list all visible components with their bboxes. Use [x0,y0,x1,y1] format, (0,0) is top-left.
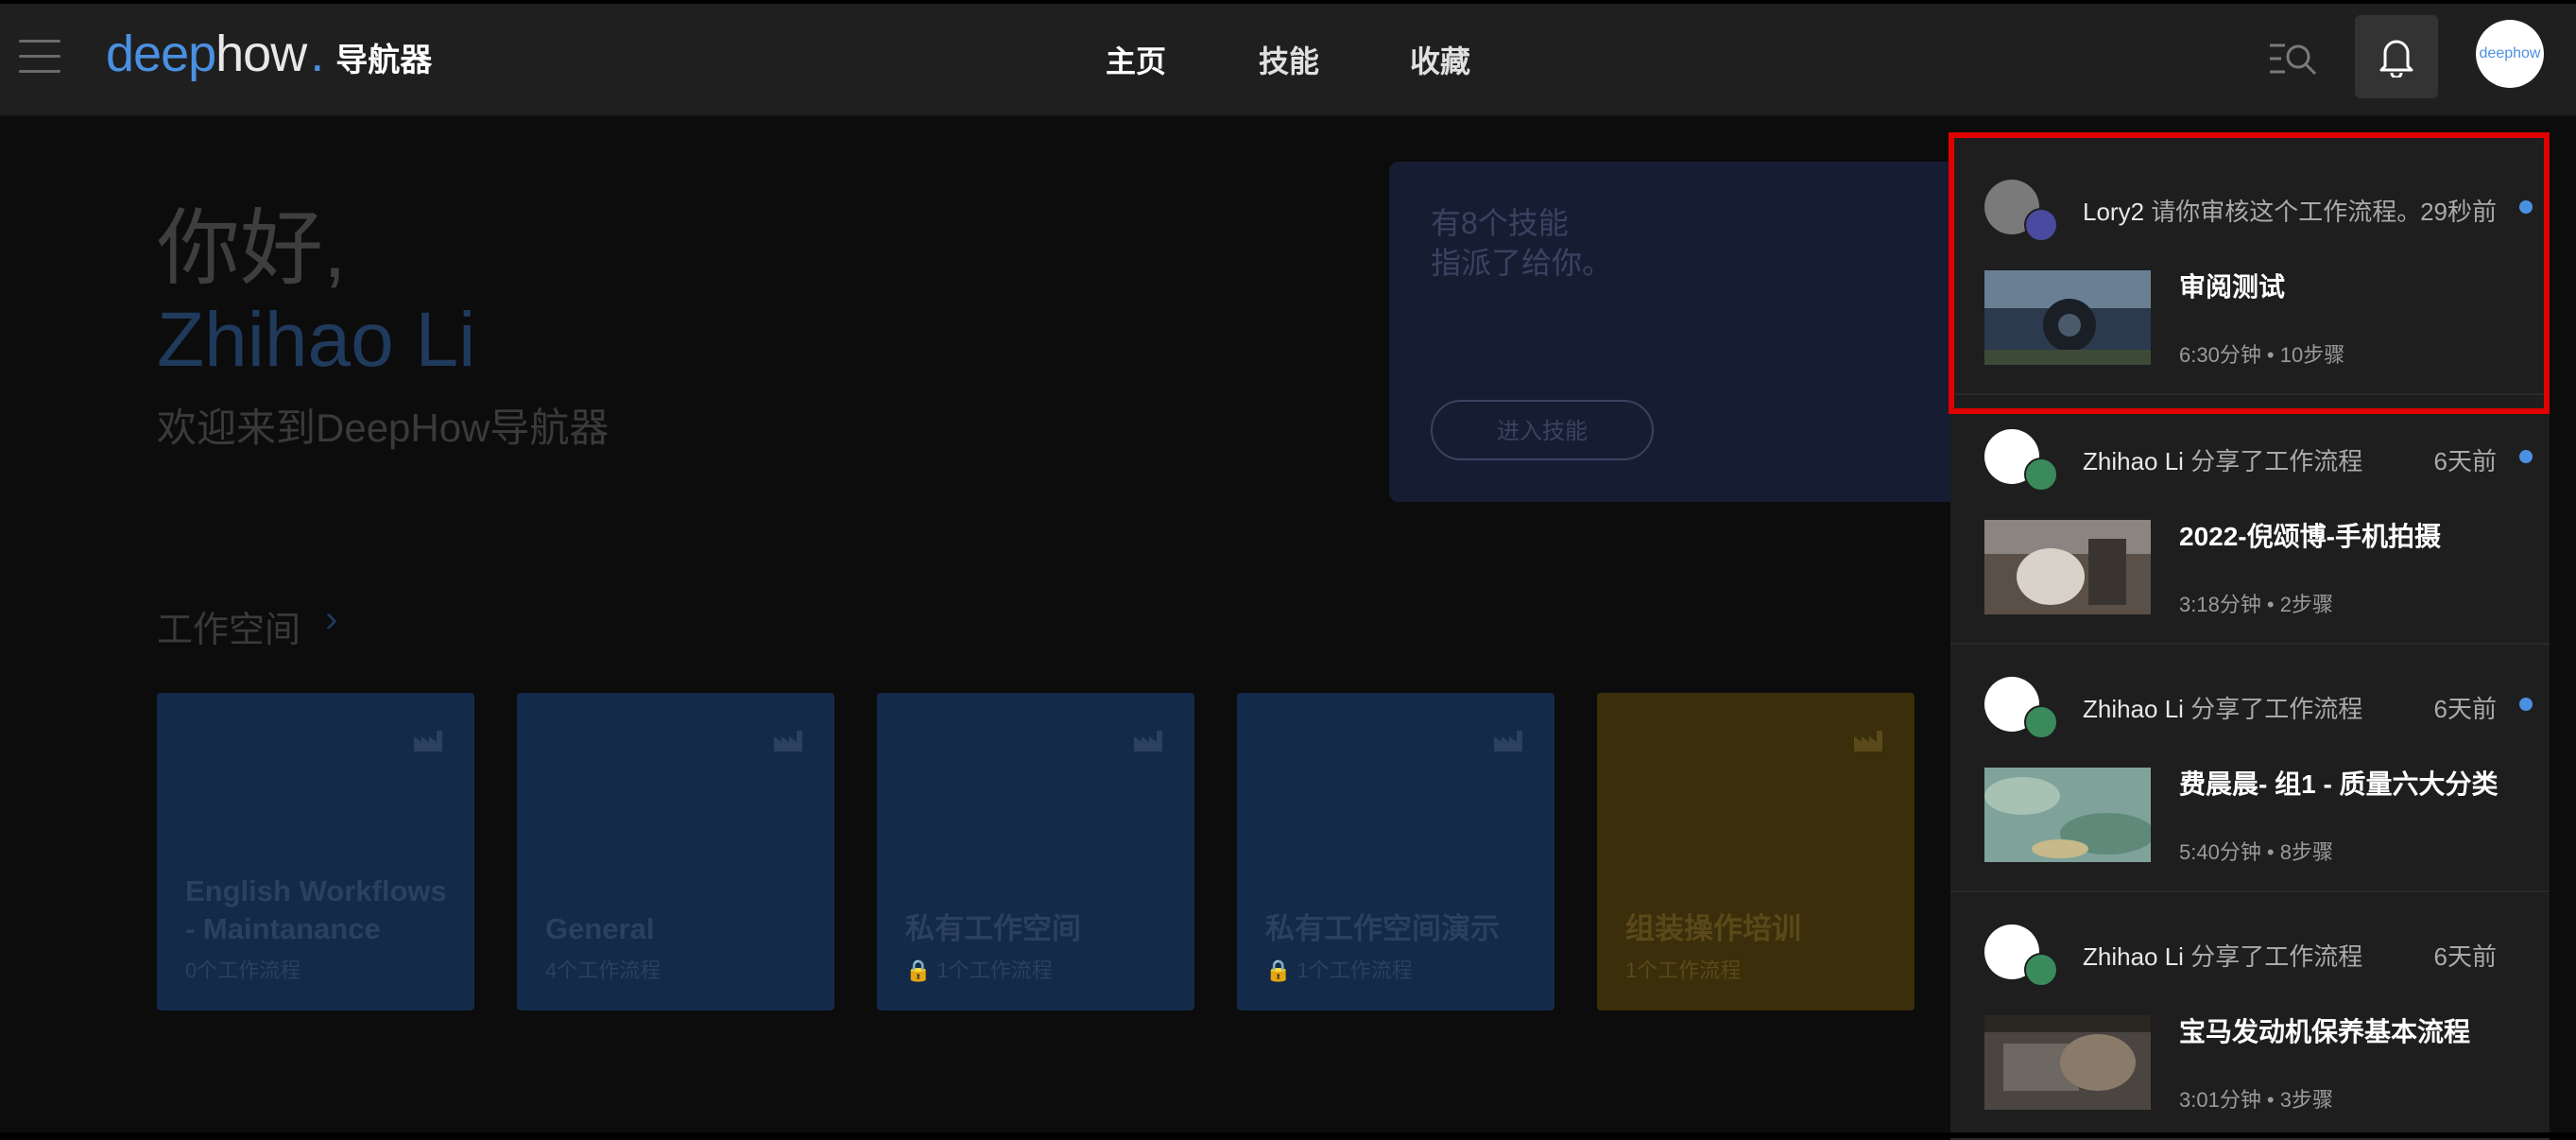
share-badge-icon [2024,705,2058,739]
workflow-thumbnail [1984,270,2151,365]
workspace-title-l2: - Maintanance [185,912,381,945]
workspace-count: 1个工作流程 [1297,959,1413,982]
workspace-title: 组装操作培训 [1625,912,1801,945]
workspace-title-l1: English Workflows [185,874,447,907]
unread-dot [2519,698,2533,711]
lock-icon: 🔒 [905,959,937,982]
unread-dot [2519,450,2533,463]
workspace-count-row: 🔒 1个工作流程 [905,954,1053,984]
top-nav-bar: deep how. 导航器 主页 技能 收藏 deephow [0,4,2576,116]
notification-action: 分享了工作流程 [2190,695,2363,723]
notification-action: 分享了工作流程 [2190,447,2363,475]
factory-icon [1494,731,1522,751]
notification-title: 审阅测试 [2179,272,2286,302]
factory-icon [774,731,802,751]
workflow-thumbnail [1984,768,2151,862]
workspace-count-row: 🔒 1个工作流程 [1265,954,1413,984]
share-badge-icon [2024,953,2058,987]
logo-how: how [215,26,307,82]
notification-meta: 5:40分钟 • 8步骤 [2179,840,2333,864]
notification-meta: 6:30分钟 • 10步骤 [2179,343,2345,367]
workspace-title: 私有工作空间 [905,912,1081,945]
workspace-card[interactable]: General 4个工作流程 [517,693,834,1010]
notification-header: Zhihao Li 分享了工作流程 [2083,690,2362,725]
search-icon[interactable] [2268,40,2319,81]
assign-line2: 指派了给你。 [1431,246,1613,280]
notification-item[interactable]: Zhihao Li 分享了工作流程 6天前 宝马发动机保养基本流程 3:01分钟… [1950,890,2550,1140]
assign-line1: 有8个技能 [1431,206,1569,240]
share-badge-icon [2024,458,2058,492]
factory-icon [1134,731,1162,751]
logo-deep: deep [106,26,216,82]
notification-item[interactable]: Zhihao Li 分享了工作流程 6天前 2022-倪颂博-手机拍摄 3:18… [1950,395,2550,645]
workspace-count: 4个工作流程 [545,959,661,982]
notification-action: 分享了工作流程 [2190,942,2363,971]
notification-user: Zhihao Li [2083,447,2184,475]
greeting: 你好, [157,201,347,295]
notification-title: 2022-倪颂博-手机拍摄 [2179,522,2441,551]
notification-user: Zhihao Li [2083,942,2184,971]
workspace-count: 1个工作流程 [936,959,1053,982]
workspaces-title[interactable]: 工作空间 [157,600,301,652]
notification-time: 6天前 [2433,695,2497,723]
notification-meta: 3:01分钟 • 3步骤 [2179,1088,2333,1112]
workspace-title: 私有工作空间演示 [1265,912,1500,945]
assigned-skills-card: 有8个技能 指派了给你。 进入技能 [1389,162,2032,502]
bell-icon [2379,40,2413,78]
lock-icon: 🔒 [1265,959,1297,982]
menu-icon[interactable] [19,40,60,76]
notification-time: 6天前 [2433,447,2497,475]
nav-favorites[interactable]: 收藏 [1410,38,1470,81]
nav-home[interactable]: 主页 [1106,38,1166,81]
unread-dot [2519,200,2533,214]
notification-bell-button[interactable] [2355,15,2438,98]
factory-icon [1854,731,1882,751]
logo-subtitle: 导航器 [335,43,433,78]
logo-dot: . [310,26,325,82]
notification-meta: 3:18分钟 • 2步骤 [2179,593,2333,616]
enter-skills-button[interactable]: 进入技能 [1431,400,1654,460]
notification-item[interactable]: Lory2 请你审核这个工作流程。 29秒前 审阅测试 6:30分钟 • 10步… [1950,146,2550,395]
user-avatar[interactable]: deephow [2476,20,2544,88]
review-badge-icon [2024,208,2058,242]
nav-skills[interactable]: 技能 [1259,38,1319,81]
workflow-thumbnail [1984,520,2151,614]
workspace-title: English Workflows - Maintanance [185,872,447,948]
notification-time: 29秒前 [2420,198,2497,226]
chevron-right-icon[interactable]: › [325,598,337,641]
workspace-card[interactable]: 组装操作培训 1个工作流程 [1597,693,1915,1010]
workspace-count: 1个工作流程 [1625,959,1742,982]
workspace-card[interactable]: English Workflows - Maintanance 0个工作流程 [157,693,474,1010]
notifications-panel: Lory2 请你审核这个工作流程。 29秒前 审阅测试 6:30分钟 • 10步… [1950,138,2550,1140]
notification-header: Lory2 请你审核这个工作流程。 [2083,193,2421,228]
notification-time: 6天前 [2433,942,2497,971]
notification-header: Zhihao Li 分享了工作流程 [2083,938,2362,973]
workspace-card[interactable]: 私有工作空间 🔒 1个工作流程 [877,693,1194,1010]
notification-item[interactable]: Zhihao Li 分享了工作流程 6天前 费晨晨- 组1 - 质量六大分类 5… [1950,643,2550,892]
notification-user: Zhihao Li [2083,695,2184,723]
notification-title: 费晨晨- 组1 - 质量六大分类 [2179,769,2499,799]
workspace-count: 0个工作流程 [185,959,301,982]
user-name: Zhihao Li [157,297,476,383]
welcome-text: 欢迎来到DeepHow导航器 [157,406,610,450]
notification-action: 请你审核这个工作流程。 [2151,198,2422,226]
factory-icon [414,731,442,751]
workflow-thumbnail [1984,1015,2151,1110]
notification-title: 宝马发动机保养基本流程 [2179,1017,2471,1046]
workspace-card[interactable]: 私有工作空间演示 🔒 1个工作流程 [1237,693,1554,1010]
notification-user: Lory2 [2083,198,2145,226]
workspace-title: General [545,912,655,945]
notification-header: Zhihao Li 分享了工作流程 [2083,442,2362,477]
assigned-skills-text: 有8个技能 指派了给你。 [1431,203,1714,283]
deephow-logo[interactable]: deep how. 导航器 [106,25,432,91]
